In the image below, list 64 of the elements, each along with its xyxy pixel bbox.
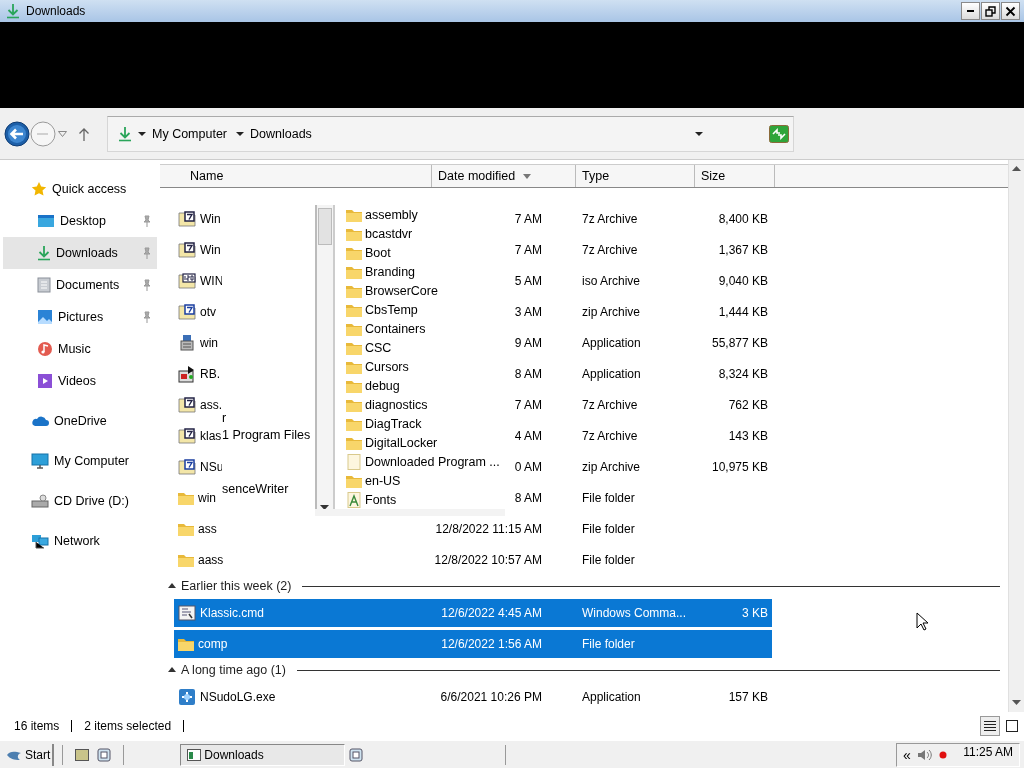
date-modified: 0 AM — [514, 459, 542, 474]
date-modified: 12/8/2022 11:15 AM — [435, 521, 542, 536]
file-name: klas — [200, 428, 222, 443]
group-header: Earlier this week (2) — [181, 579, 292, 593]
file-name: NSudoLG.exe — [200, 689, 276, 704]
window-title: Downloads — [26, 4, 86, 18]
file-name: WIN — [200, 273, 224, 288]
file-size: 55,877 KB — [711, 335, 768, 350]
clock: 11:25 AM — [963, 744, 1013, 759]
file-size: 1,367 KB — [718, 242, 768, 257]
date-modified: 12/6/2022 4:45 AM — [441, 605, 542, 620]
date-modified: 5 AM — [514, 273, 542, 288]
date-modified: 8 AM — [514, 366, 542, 381]
date-modified: 9 AM — [514, 335, 542, 350]
file-size: 9,040 KB — [718, 273, 768, 288]
status-text: 2 items selected — [84, 720, 185, 732]
file-type: File folder — [582, 490, 635, 505]
file-type: 7z Archive — [582, 397, 638, 412]
file-type: zip Archive — [582, 304, 641, 319]
file-type: Application — [582, 335, 641, 350]
date-modified: 4 AM — [514, 428, 542, 443]
date-modified: 3 AM — [514, 304, 542, 319]
date-modified: 7 AM — [514, 211, 542, 226]
text-fragment: r — [222, 411, 227, 425]
file-name: ass. — [200, 397, 222, 412]
file-type: Application — [582, 689, 641, 704]
file-type: 7z Archive — [582, 242, 638, 257]
file-type: File folder — [582, 521, 635, 536]
file-type: File folder — [582, 636, 635, 651]
file-size: 143 KB — [728, 428, 768, 443]
file-size: 8,324 KB — [718, 366, 768, 381]
group-header: A long time ago (1) — [181, 663, 286, 677]
file-size: 8,400 KB — [718, 211, 768, 226]
file-type: 7z Archive — [582, 211, 638, 226]
status-text: 16 items — [14, 720, 73, 732]
file-type: File folder — [582, 552, 635, 567]
file-type: Application — [582, 366, 641, 381]
file-name: Win — [200, 242, 221, 257]
text-fragment: 1 Program Files — [222, 428, 311, 442]
date-modified: 7 AM — [514, 397, 542, 412]
file-size: 1,444 KB — [718, 304, 768, 319]
file-name: aass — [198, 552, 224, 567]
file-name: comp — [198, 636, 228, 651]
date-modified: 12/8/2022 10:57 AM — [434, 552, 542, 567]
file-name: otv — [200, 304, 216, 319]
file-type: zip Archive — [582, 459, 641, 474]
date-modified: 7 AM — [514, 242, 542, 257]
file-size: 3 KB — [742, 605, 768, 620]
text-fragment: senceWriter — [222, 482, 289, 496]
date-modified: 12/6/2022 1:56 AM — [441, 636, 542, 651]
file-size: 762 KB — [728, 397, 768, 412]
file-type: Windows Comma... — [582, 605, 687, 620]
file-type: 7z Archive — [582, 428, 638, 443]
file-type: iso Archive — [582, 273, 641, 288]
file-name: RB. — [200, 366, 220, 381]
file-size: 157 KB — [728, 689, 768, 704]
file-name: Win — [200, 211, 221, 226]
file-name: Klassic.cmd — [200, 605, 264, 620]
file-size: 10,975 KB — [711, 459, 768, 474]
date-modified: 6/6/2021 10:26 PM — [440, 689, 542, 704]
file-name: win — [200, 335, 218, 350]
file-name: win — [198, 490, 216, 505]
date-modified: 8 AM — [514, 490, 542, 505]
file-name: ass — [198, 521, 217, 536]
